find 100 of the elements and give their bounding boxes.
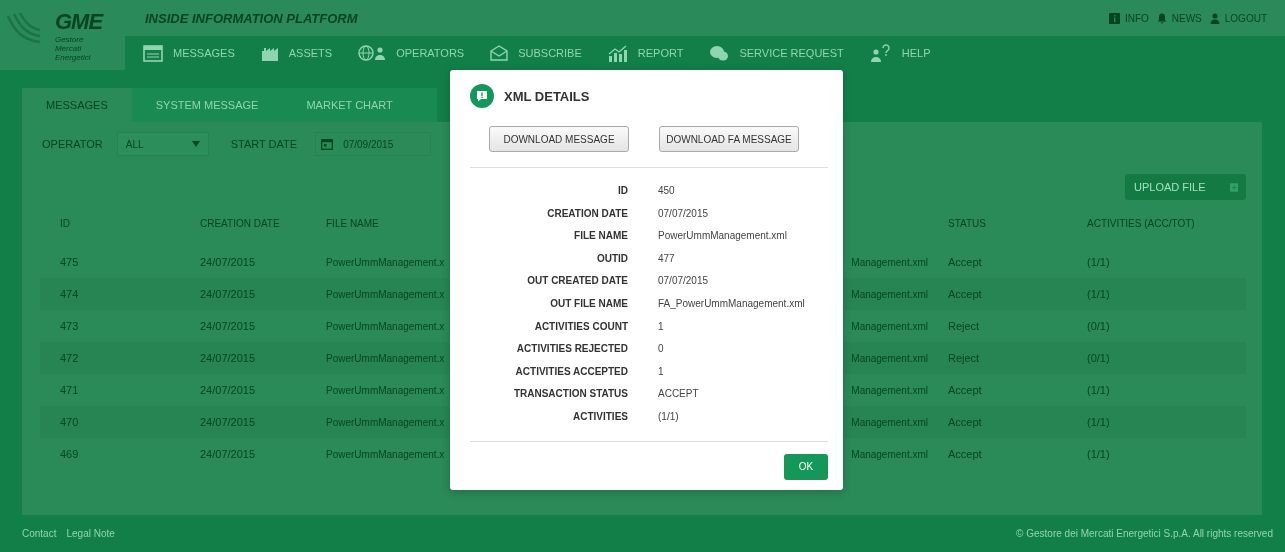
info-icon bbox=[1108, 12, 1120, 24]
table-cell-text: PowerUmmManagement.x bbox=[325, 319, 446, 334]
table-cell: (0/1) bbox=[1067, 342, 1246, 374]
user-icon bbox=[1209, 12, 1220, 24]
nav-item[interactable]: REPORT bbox=[607, 44, 684, 62]
table-cell-text: 24/07/2015 bbox=[199, 383, 257, 398]
field-value: FA_PowerUmmManagement.xml bbox=[658, 296, 806, 311]
nav-item[interactable]: ASSETS bbox=[260, 45, 333, 61]
column-header: FILE NAME bbox=[325, 216, 380, 231]
table-cell: (1/1) bbox=[1067, 278, 1246, 310]
column-header: ID bbox=[59, 216, 71, 231]
table-cell: Management.xml bbox=[851, 416, 928, 428]
calendar-icon bbox=[321, 138, 334, 150]
table-cell-text: Reject bbox=[947, 319, 981, 334]
header-link[interactable]: INFO bbox=[1108, 12, 1149, 24]
table-cell: 24/07/2015 bbox=[180, 406, 306, 438]
operator-label: OPERATOR bbox=[42, 138, 103, 150]
globe-person-icon bbox=[358, 45, 387, 61]
tab[interactable]: MARKET CHART bbox=[282, 88, 417, 122]
table-cell: Management.xml bbox=[851, 288, 928, 300]
ok-button[interactable]: OK bbox=[784, 453, 828, 480]
table-cell: (1/1) bbox=[1067, 406, 1246, 438]
table-cell-text: 24/07/2015 bbox=[199, 319, 257, 334]
nav-item[interactable]: HELP bbox=[869, 44, 931, 62]
logo-subtitle: Gestore Mercati Energetici bbox=[54, 34, 92, 62]
envelope-icon bbox=[490, 45, 509, 61]
table-cell: Management.xml bbox=[851, 384, 928, 396]
table-cell: 470 bbox=[40, 406, 180, 438]
tab[interactable]: MESSAGES bbox=[22, 88, 132, 122]
column-header: ACTIVITIES (ACC/TOT) bbox=[1086, 216, 1196, 231]
table-cell-text: PowerUmmManagement.x bbox=[325, 447, 446, 462]
person-question-icon bbox=[869, 44, 892, 62]
table-cell-text: PowerUmmManagement.x bbox=[325, 255, 446, 270]
field-label: OUTID bbox=[595, 251, 628, 266]
table-cell-text: Accept bbox=[947, 383, 983, 398]
nav-item[interactable]: MESSAGES bbox=[143, 44, 235, 62]
table-cell-text: Accept bbox=[947, 255, 983, 270]
field-value: 1 bbox=[658, 319, 665, 334]
table-cell: 24/07/2015 bbox=[180, 342, 306, 374]
plus-icon bbox=[1229, 180, 1238, 194]
table-cell: 24/07/2015 bbox=[180, 278, 306, 310]
table-cell-text: 471 bbox=[59, 383, 80, 398]
table-cell-text: (1/1) bbox=[1086, 383, 1111, 398]
field-label: TRANSACTION STATUS bbox=[512, 387, 628, 402]
table-cell-text: 475 bbox=[59, 255, 80, 270]
table-cell: 474 bbox=[40, 278, 180, 310]
header-link[interactable]: LOGOUT bbox=[1209, 12, 1267, 24]
date-field[interactable]: 07/09/2015 bbox=[315, 132, 432, 156]
operator-select[interactable]: ALL bbox=[116, 132, 209, 156]
download-button[interactable]: DOWNLOAD FA MESSAGE bbox=[659, 126, 799, 152]
table-cell: Management.xml bbox=[851, 320, 928, 332]
table-cell-text: (0/1) bbox=[1086, 319, 1111, 334]
table-cell-text: PowerUmmManagement.x bbox=[325, 383, 446, 398]
caret-icon bbox=[191, 141, 200, 147]
dialog-title: XML DETAILS bbox=[504, 88, 590, 104]
table-cell-text: Accept bbox=[947, 447, 983, 462]
table-cell-text: 24/07/2015 bbox=[199, 255, 257, 270]
field-value: 477 bbox=[658, 251, 676, 266]
nav-item[interactable]: OPERATORS bbox=[358, 45, 465, 61]
download-button[interactable]: DOWNLOAD MESSAGE bbox=[489, 126, 629, 152]
chart-icon bbox=[607, 44, 628, 62]
field-label: OUT CREATED DATE bbox=[526, 274, 628, 289]
field-value: 450 bbox=[658, 184, 676, 198]
table-cell: PowerUmmManagement.x bbox=[306, 406, 446, 438]
field-value: (1/1) bbox=[658, 409, 680, 424]
field-label: ACTIVITIES ACCEPTED bbox=[514, 364, 628, 379]
nav-item[interactable]: SERVICE REQUEST bbox=[709, 44, 844, 62]
field-label: ID bbox=[617, 184, 628, 198]
table-cell: Accept bbox=[928, 278, 1067, 310]
chat-alert-icon bbox=[470, 84, 494, 108]
footer-link[interactable]: Legal Note bbox=[66, 528, 115, 539]
table-cell-text: 469 bbox=[59, 447, 80, 462]
field-value: 1 bbox=[658, 364, 665, 379]
header-link[interactable]: NEWS bbox=[1156, 12, 1202, 24]
table-cell-text: 24/07/2015 bbox=[199, 447, 257, 462]
field-value: 07/07/2015 bbox=[658, 274, 710, 289]
tab[interactable]: SYSTEM MESSAGE bbox=[131, 88, 283, 122]
table-cell-text: (1/1) bbox=[1086, 447, 1111, 462]
bell-icon bbox=[1156, 12, 1167, 24]
field-label: ACTIVITIES COUNT bbox=[533, 319, 628, 334]
platform-title: INSIDE INFORMATION PLATFORM bbox=[145, 10, 358, 26]
field-label: CREATION DATE bbox=[546, 206, 628, 221]
footer-link[interactable]: Contact bbox=[22, 528, 57, 539]
field-value: 07/07/2015 bbox=[658, 206, 710, 221]
field-value: ACCEPT bbox=[658, 387, 700, 402]
table-cell: Management.xml bbox=[851, 256, 928, 268]
nav-item[interactable]: SUBSCRIBE bbox=[490, 45, 582, 61]
table-cell-text: 473 bbox=[59, 319, 80, 334]
table-cell-text: (1/1) bbox=[1086, 255, 1111, 270]
field-label: FILE NAME bbox=[573, 229, 628, 244]
upload-file-button[interactable]: UPLOAD FILE bbox=[1125, 174, 1246, 200]
field-label: ACTIVITIES REJECTED bbox=[515, 342, 628, 357]
column-header: STATUS bbox=[947, 216, 987, 231]
start-date-label: START DATE bbox=[230, 138, 298, 150]
factory-icon bbox=[260, 45, 279, 61]
table-cell: PowerUmmManagement.x bbox=[306, 278, 446, 310]
chat-bubbles-icon bbox=[709, 44, 730, 62]
field-label: OUT FILE NAME bbox=[549, 296, 628, 311]
field-value: PowerUmmManagement.xml bbox=[658, 229, 788, 244]
window-icon bbox=[143, 44, 163, 62]
